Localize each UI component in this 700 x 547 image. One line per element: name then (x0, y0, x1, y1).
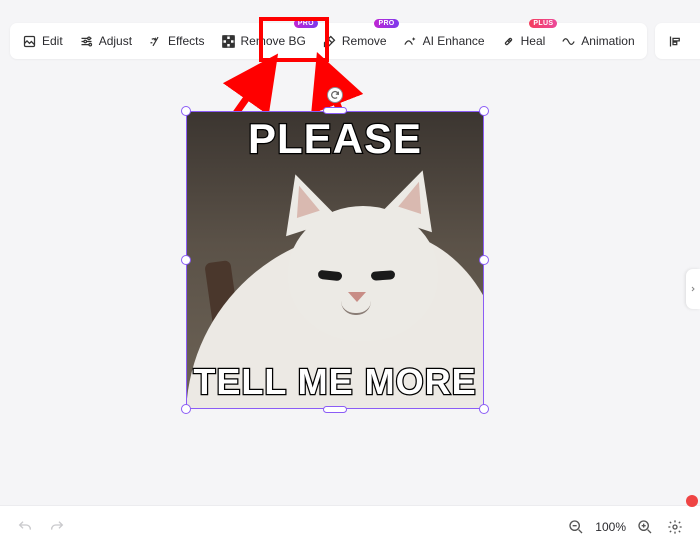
resize-handle-ml[interactable] (181, 255, 191, 265)
tool-group-right (655, 23, 700, 59)
expand-panel-handle[interactable] (686, 269, 700, 309)
resize-handle-top[interactable] (323, 107, 347, 114)
zoom-out-button[interactable] (565, 516, 587, 538)
edit-label: Edit (42, 34, 63, 48)
undo-button[interactable] (14, 516, 36, 538)
tool-group-main: Edit Adjust Effects Remove BG PRO (10, 23, 647, 59)
top-toolbar: Edit Adjust Effects Remove BG PRO (10, 23, 690, 59)
bottom-bar: 100% (0, 505, 700, 547)
adjust-label: Adjust (99, 34, 132, 48)
animation-button[interactable]: Animation (553, 25, 642, 57)
heal-icon (501, 34, 516, 49)
adjust-icon (79, 34, 94, 49)
rotate-handle[interactable] (327, 87, 343, 103)
align-button[interactable] (659, 25, 693, 57)
effects-icon (148, 34, 163, 49)
remove-icon (322, 34, 337, 49)
zoom-controls: 100% (565, 516, 686, 538)
selected-image[interactable]: PLEASE TELL ME MORE (186, 111, 484, 409)
resize-handle-tr[interactable] (479, 106, 489, 116)
pro-badge: PRO (374, 19, 398, 28)
heal-button[interactable]: Heal PLUS (493, 25, 554, 57)
ai-enhance-button[interactable]: AI Enhance (395, 25, 493, 57)
adjust-button[interactable]: Adjust (71, 25, 140, 57)
resize-handle-tl[interactable] (181, 106, 191, 116)
eraser-button[interactable] (693, 25, 700, 57)
heal-label: Heal (521, 34, 546, 48)
remove-button[interactable]: Remove PRO (314, 25, 395, 57)
resize-handle-mr[interactable] (479, 255, 489, 265)
animation-icon (561, 34, 576, 49)
selection-frame (186, 111, 484, 409)
settings-button[interactable] (664, 516, 686, 538)
animation-label: Animation (581, 34, 634, 48)
remove-bg-icon (221, 34, 236, 49)
remove-bg-label: Remove BG (241, 34, 306, 48)
resize-handle-br[interactable] (479, 404, 489, 414)
zoom-value: 100% (595, 520, 626, 534)
align-icon (668, 34, 683, 49)
ai-enhance-icon (403, 34, 418, 49)
redo-button[interactable] (46, 516, 68, 538)
resize-handle-bl[interactable] (181, 404, 191, 414)
effects-button[interactable]: Effects (140, 25, 212, 57)
canvas-stage[interactable]: PLEASE TELL ME MORE (0, 72, 700, 505)
effects-label: Effects (168, 34, 204, 48)
edit-button[interactable]: Edit (14, 25, 71, 57)
record-indicator (686, 495, 698, 507)
zoom-in-button[interactable] (634, 516, 656, 538)
remove-label: Remove (342, 34, 387, 48)
ai-enhance-label: AI Enhance (423, 34, 485, 48)
edit-icon (22, 34, 37, 49)
resize-handle-bottom[interactable] (323, 406, 347, 413)
remove-bg-button[interactable]: Remove BG PRO (213, 25, 314, 57)
